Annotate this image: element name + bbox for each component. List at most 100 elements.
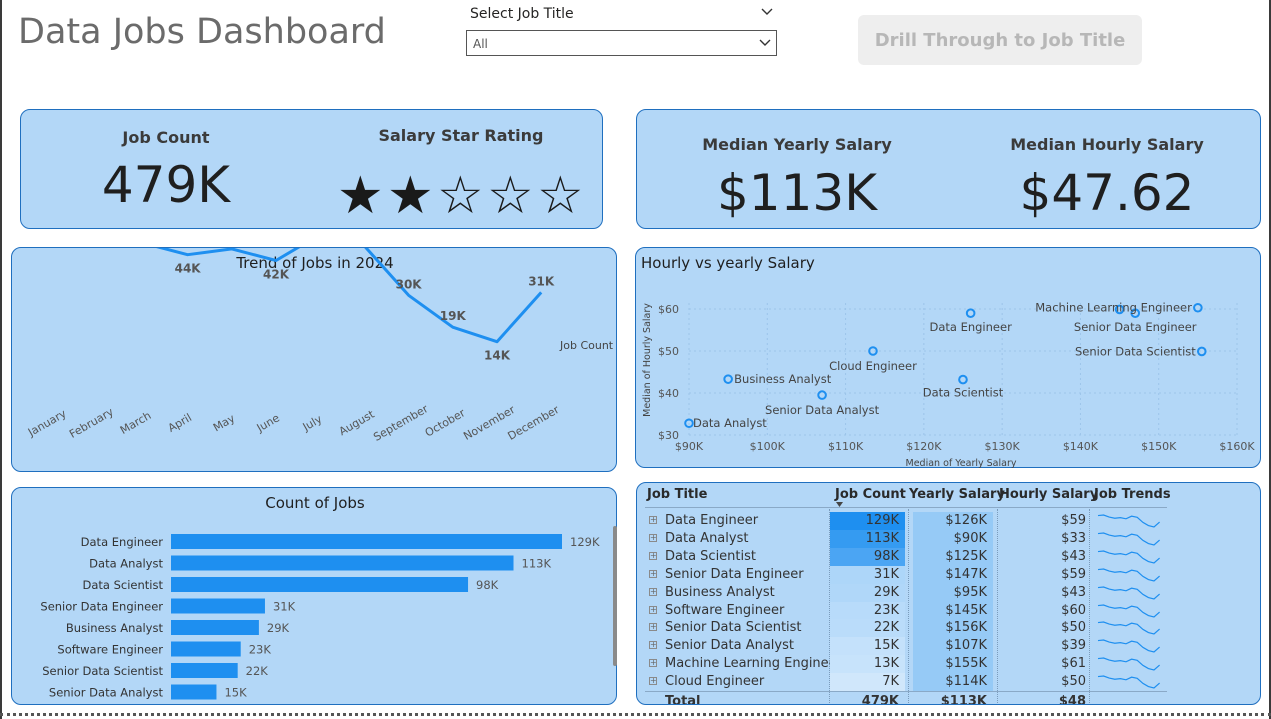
count-bar[interactable] xyxy=(171,620,259,635)
table-cell-hourly: $50 xyxy=(1061,620,1086,636)
trend-line xyxy=(156,248,543,344)
table-column-divider xyxy=(908,509,909,704)
table-header-cell[interactable]: Hourly Salary xyxy=(999,487,1098,502)
scatter-point[interactable] xyxy=(958,374,968,385)
table-row[interactable]: + Data Scientist 98K $125K $43 xyxy=(637,547,1257,566)
table-cell-count: 29K xyxy=(830,583,905,602)
expand-icon[interactable]: + xyxy=(649,605,657,614)
table-total-count: 479K xyxy=(861,694,899,705)
median-hourly-label: Median Hourly Salary xyxy=(1010,135,1204,154)
table-cell-title: Software Engineer xyxy=(665,602,785,618)
table-cell-count: 15K xyxy=(830,637,905,656)
scatter-point[interactable] xyxy=(723,374,733,384)
expand-icon[interactable]: + xyxy=(649,551,657,560)
table-header-cell[interactable]: Yearly Salary xyxy=(909,487,1005,502)
scatter-y-tick: $60 xyxy=(658,303,679,316)
kpi-card-jobs: Job Count 479K Salary Star Rating ★ ★ ☆ ☆ ☆ xyxy=(20,109,603,229)
count-bar[interactable] xyxy=(171,577,469,592)
scatter-x-tick: $100K xyxy=(750,440,786,453)
table-cell-count: 13K xyxy=(830,655,905,674)
table-row[interactable]: + Cloud Engineer 7K $114K $50 xyxy=(637,673,1257,692)
trend-x-tick: October xyxy=(423,406,468,440)
scatter-point-label: Senior Data Engineer xyxy=(1074,320,1197,334)
scatter-x-tick: $130K xyxy=(985,440,1021,453)
scatter-x-tick: $110K xyxy=(828,440,864,453)
table-row[interactable]: + Senior Data Engineer 31K $147K $59 xyxy=(637,565,1257,584)
scatter-point-label: Machine Learning Engineer xyxy=(1035,301,1192,315)
table-cell-title: Senior Data Scientist xyxy=(665,620,802,636)
scatter-point-label: Business Analyst xyxy=(734,372,832,386)
trend-x-tick: February xyxy=(67,405,116,441)
bar-value-label: 29K xyxy=(267,621,290,635)
trend-x-tick: January xyxy=(25,407,69,440)
expand-icon[interactable]: + xyxy=(649,516,657,524)
bar-value-label: 23K xyxy=(249,643,272,657)
job-title-select[interactable]: All xyxy=(466,30,777,56)
table-cell-hourly: $59 xyxy=(1061,513,1086,528)
bar-value-label: 113K xyxy=(522,557,552,571)
table-row[interactable]: + Software Engineer 23K $145K $60 xyxy=(637,601,1257,620)
count-chart-card: Count of Jobs Data Engineer 129K Data Anal… xyxy=(11,487,617,705)
expand-icon[interactable]: + xyxy=(649,659,657,668)
expand-icon[interactable]: + xyxy=(649,677,657,686)
table-cell-yearly: $156K xyxy=(913,619,993,638)
job-trend-sparkline xyxy=(1097,550,1160,564)
count-bar[interactable] xyxy=(171,555,514,571)
expand-icon[interactable]: + xyxy=(649,641,657,650)
expand-icon[interactable]: + xyxy=(649,533,657,542)
table-row[interactable]: + Machine Learning Engineer 13K $155K $61 xyxy=(637,655,1257,674)
scatter-y-axis-label: Median of Hourly Salary xyxy=(642,303,653,417)
expand-icon[interactable]: + xyxy=(649,587,657,596)
table-cell-hourly: $50 xyxy=(1061,674,1086,690)
job-count-label: Job Count xyxy=(122,128,210,147)
dashboard-title: Data Jobs Dashboard xyxy=(18,12,386,52)
scatter-x-tick: $90K xyxy=(675,440,704,453)
scatter-point[interactable] xyxy=(965,308,976,318)
count-bar[interactable] xyxy=(171,663,238,678)
bar-chart-scrollbar[interactable] xyxy=(613,526,617,666)
table-row[interactable]: + Senior Data Scientist 22K $156K $50 xyxy=(637,619,1257,638)
trend-x-tick: March xyxy=(118,409,154,437)
table-header-cell[interactable]: Job Trends xyxy=(1094,487,1171,502)
count-bar[interactable] xyxy=(171,684,217,700)
drill-through-button[interactable]: Drill Through to Job Title xyxy=(858,15,1142,65)
scatter-point[interactable] xyxy=(817,390,827,400)
trend-x-tick: July xyxy=(300,412,325,434)
table-total-title: Total xyxy=(665,694,701,705)
scatter-x-axis-label: Median of Yearly Salary xyxy=(906,458,1017,469)
trend-data-label: 42K xyxy=(263,268,290,282)
count-bar[interactable] xyxy=(171,598,265,614)
table-row[interactable]: + Data Engineer 129K $126K $59 xyxy=(637,512,1257,530)
table-row[interactable]: + Business Analyst 29K $95K $43 xyxy=(637,583,1257,602)
table-cell-yearly: $147K xyxy=(913,565,993,584)
trend-data-label: 19K xyxy=(440,309,467,323)
count-bar[interactable] xyxy=(171,641,241,657)
scatter-chart: $30$40$50$60$90K $100K $110K $120K $130K $140… xyxy=(642,301,1255,469)
table-total-row: Total 479K $113K $48 xyxy=(637,693,1257,705)
scatter-point[interactable] xyxy=(1193,302,1203,313)
table-row[interactable]: + Data Analyst 113K $90K $33 xyxy=(637,529,1257,548)
salary-rating-label: Salary Star Rating xyxy=(378,126,544,145)
star-filled-icon: ★ xyxy=(337,166,384,226)
trend-data-label: 30K xyxy=(396,277,423,291)
scatter-y-tick: $40 xyxy=(658,387,679,400)
table-cell-count: 23K xyxy=(830,601,905,620)
job-trend-sparkline xyxy=(1097,585,1160,600)
table-cell-count: 31K xyxy=(830,565,905,584)
bar-value-label: 22K xyxy=(246,664,269,678)
scatter-x-tick: $120K xyxy=(906,440,942,453)
expand-icon[interactable]: + xyxy=(649,569,657,578)
table-row[interactable]: + Senior Data Analyst 15K $107K $39 xyxy=(637,637,1257,656)
table-cell-count: 22K xyxy=(830,619,905,638)
table-cell-title: Cloud Engineer xyxy=(665,674,765,690)
table-cell-hourly: $61 xyxy=(1061,656,1086,672)
table-cell-hourly: $59 xyxy=(1061,566,1086,582)
chevron-down-icon[interactable] xyxy=(760,5,774,19)
bar-category-label: Senior Data Scientist xyxy=(42,664,163,678)
expand-icon[interactable]: + xyxy=(649,623,657,632)
table-cell-yearly: $126K xyxy=(913,512,993,530)
table-header-cell[interactable]: Job Title xyxy=(647,487,707,502)
count-bar[interactable] xyxy=(171,534,562,549)
table-header-cell[interactable]: Job Count xyxy=(835,487,906,502)
job-trend-sparkline xyxy=(1097,532,1160,546)
